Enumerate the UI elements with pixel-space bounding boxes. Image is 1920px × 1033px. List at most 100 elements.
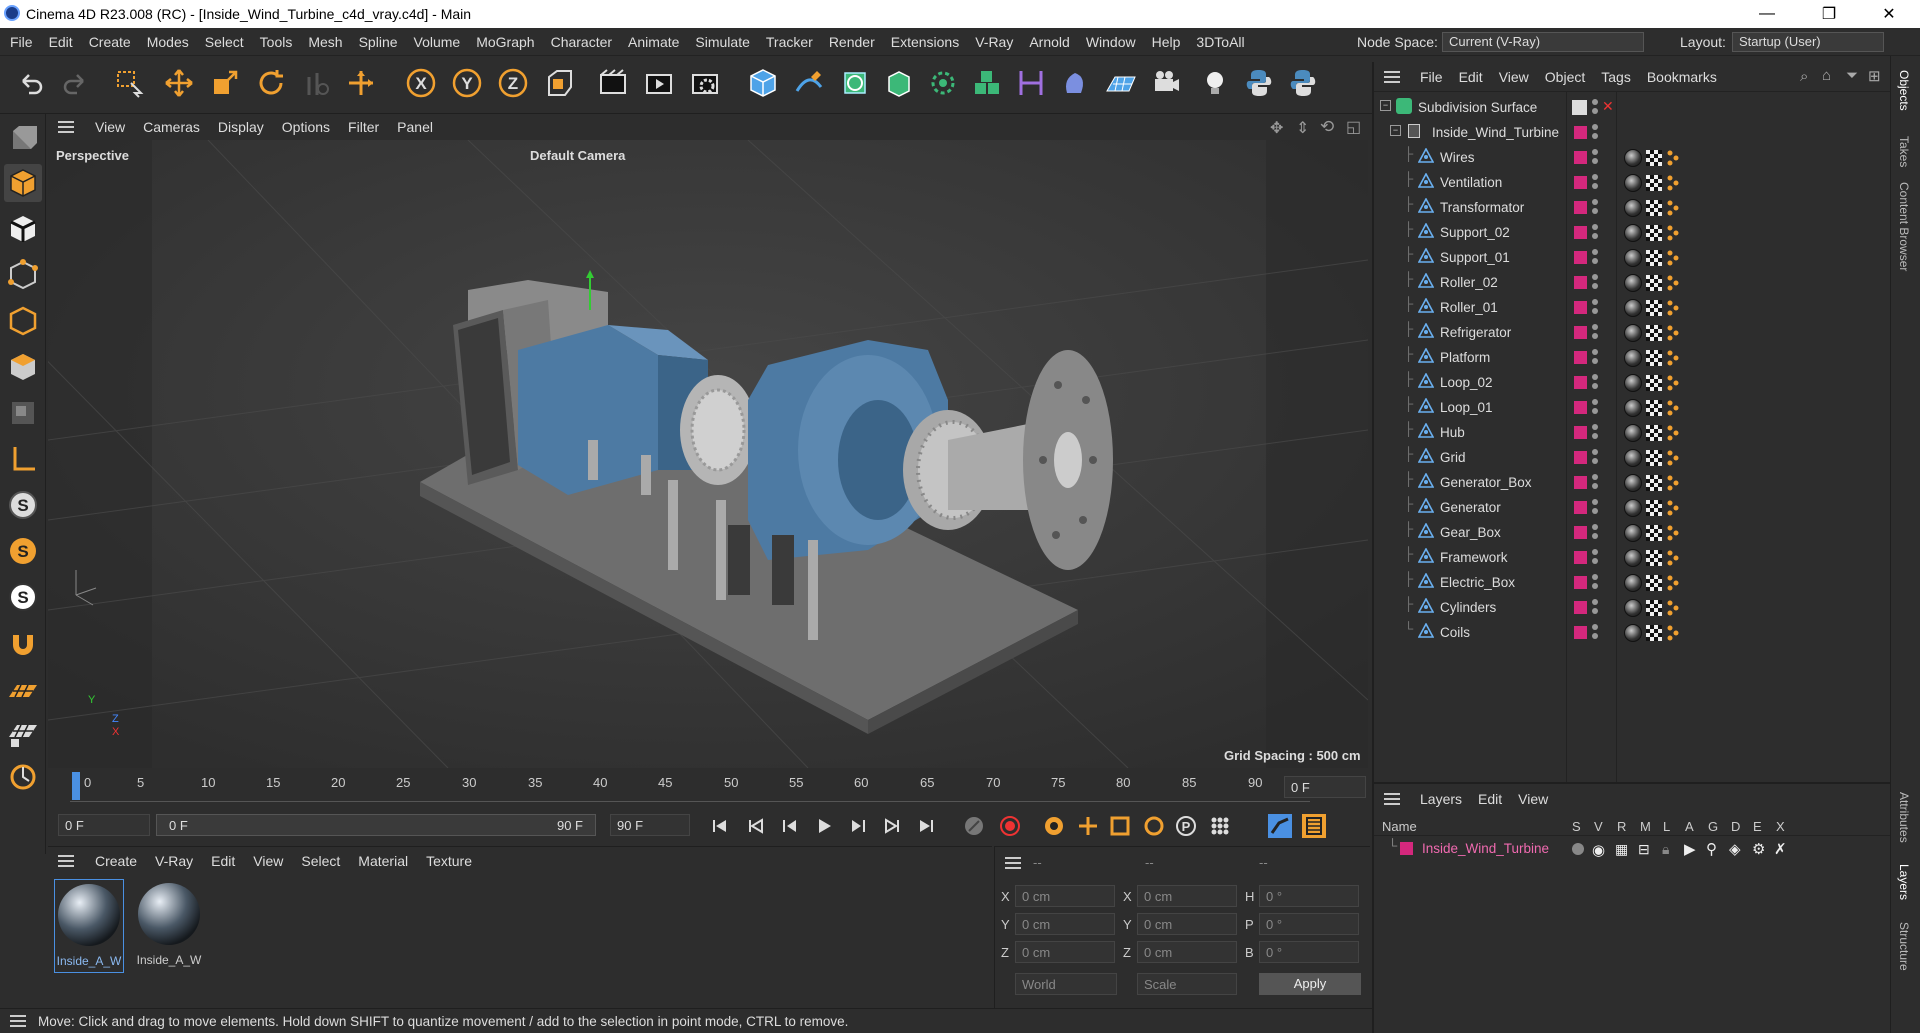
scale-tool-icon[interactable] (206, 64, 244, 102)
menu-tracker[interactable]: Tracker (758, 34, 821, 50)
menu-render[interactable]: Render (821, 34, 883, 50)
menu-file[interactable]: File (2, 34, 41, 50)
menu-arnold[interactable]: Arnold (1021, 34, 1077, 50)
python-icon[interactable] (1240, 64, 1278, 102)
object-row[interactable]: ├ Wires (1374, 146, 1892, 171)
maximize-button[interactable]: ❐ (1806, 0, 1852, 28)
layer-color-swatch[interactable] (1574, 201, 1587, 214)
layer-col-xref[interactable]: X (1776, 819, 1785, 834)
points-mode-icon[interactable] (4, 256, 42, 294)
status-menu-icon[interactable] (10, 1015, 26, 1027)
menu-character[interactable]: Character (543, 34, 620, 50)
magnet-icon[interactable] (4, 626, 42, 664)
redo-icon[interactable] (56, 64, 94, 102)
y-axis-lock-icon[interactable]: Y (448, 64, 486, 102)
visibility-dots-icon[interactable] (1592, 99, 1598, 116)
side-tab-content-browser[interactable]: Content Browser (1897, 182, 1911, 271)
object-row[interactable]: ├ Grid (1374, 446, 1892, 471)
layer-generator-icon[interactable]: ⚲ (1706, 840, 1717, 858)
layer-col-render[interactable]: R (1617, 819, 1626, 834)
texture-tag-icon[interactable] (1646, 475, 1662, 491)
layer-col-manager[interactable]: M (1640, 819, 1651, 834)
vray-object-tag-icon[interactable] (1666, 249, 1680, 267)
material-menu-icon[interactable] (58, 855, 74, 867)
layer-menu-edit[interactable]: Edit (1470, 791, 1510, 807)
menu-vray[interactable]: V-Ray (967, 34, 1021, 50)
texture-mode-icon[interactable] (4, 210, 42, 248)
viewport-menu-cameras[interactable]: Cameras (134, 119, 209, 135)
object-row[interactable]: ├ Loop_01 (1374, 396, 1892, 421)
expand-toggle[interactable]: − (1390, 125, 1401, 136)
viewport-menu-display[interactable]: Display (209, 119, 273, 135)
menu-help[interactable]: Help (1144, 34, 1189, 50)
vray-object-tag-icon[interactable] (1666, 174, 1680, 192)
layer-color-swatch[interactable] (1574, 276, 1587, 289)
floor-icon[interactable] (1102, 64, 1140, 102)
size-mode-select[interactable]: Scale (1137, 973, 1237, 995)
position-x-field[interactable]: 0 cm (1015, 885, 1115, 907)
mograph-cubes-icon[interactable] (968, 64, 1006, 102)
z-axis-lock-icon[interactable]: Z (494, 64, 532, 102)
texture-tag-icon[interactable] (1646, 300, 1662, 316)
scale-key-icon[interactable] (1108, 814, 1132, 838)
motion-system-icon[interactable] (1268, 814, 1292, 838)
search-icon[interactable]: ⌕ (1800, 68, 1808, 85)
snap-enable-icon[interactable]: S (4, 578, 42, 616)
texture-tag-icon[interactable] (1646, 250, 1662, 266)
layer-color-swatch[interactable] (1574, 251, 1587, 264)
object-row[interactable]: ├ Roller_02 (1374, 271, 1892, 296)
previous-frame-icon[interactable] (778, 814, 802, 838)
axis-mode-icon[interactable] (4, 440, 42, 478)
edges-mode-icon[interactable] (4, 302, 42, 340)
layer-color-swatch[interactable] (1574, 576, 1587, 589)
menu-3dtoall[interactable]: 3DToAll (1188, 34, 1252, 50)
visibility-dots-icon[interactable] (1592, 174, 1598, 191)
layer-view-eye-icon[interactable]: ◉ (1592, 841, 1605, 859)
node-space-select[interactable]: Current (V-Ray) (1442, 32, 1644, 52)
3d-viewport[interactable]: Perspective Default Camera Grid Spacing … (48, 140, 1368, 768)
layer-col-view[interactable]: V (1594, 819, 1603, 834)
keyframe-selection-icon[interactable] (1042, 814, 1066, 838)
texture-tag-icon[interactable] (1646, 550, 1662, 566)
layer-color-swatch[interactable] (1574, 526, 1587, 539)
vray-material-tag-icon[interactable] (1624, 299, 1642, 317)
grid-snap-icon[interactable] (4, 714, 42, 752)
visibility-dots-icon[interactable] (1592, 324, 1598, 341)
vray-material-tag-icon[interactable] (1624, 149, 1642, 167)
texture-tag-icon[interactable] (1646, 325, 1662, 341)
snap-s-icon[interactable]: S (4, 486, 42, 524)
layer-color-swatch[interactable] (1574, 326, 1587, 339)
object-row[interactable]: ├ Transformator (1374, 196, 1892, 221)
menu-modes[interactable]: Modes (139, 34, 197, 50)
visibility-dots-icon[interactable] (1592, 499, 1598, 516)
coords-menu-icon[interactable] (1005, 857, 1021, 869)
vray-object-tag-icon[interactable] (1666, 524, 1680, 542)
viewport-move-icon[interactable]: ✥ (1270, 118, 1283, 138)
object-menu-edit[interactable]: Edit (1451, 69, 1491, 85)
layer-col-solo[interactable]: S (1572, 819, 1581, 834)
material-item[interactable]: Inside_A_W (134, 879, 204, 973)
snap-settings-icon[interactable]: S (4, 532, 42, 570)
position-y-field[interactable]: 0 cm (1015, 913, 1115, 935)
go-to-end-icon[interactable] (914, 814, 938, 838)
workplane-icon[interactable] (4, 672, 42, 710)
vray-material-tag-icon[interactable] (1624, 599, 1642, 617)
rotation-key-icon[interactable] (1142, 814, 1166, 838)
vray-material-tag-icon[interactable] (1624, 399, 1642, 417)
render-view-icon[interactable] (640, 64, 678, 102)
object-row[interactable]: ├ Refrigerator (1374, 321, 1892, 346)
layer-solo-icon[interactable] (1572, 843, 1584, 855)
material-menu-vray[interactable]: V-Ray (146, 853, 202, 869)
coordinate-system-icon[interactable] (540, 64, 578, 102)
vray-object-tag-icon[interactable] (1666, 224, 1680, 242)
texture-tag-icon[interactable] (1646, 600, 1662, 616)
texture-tag-icon[interactable] (1646, 200, 1662, 216)
uv-mode-icon[interactable] (4, 394, 42, 432)
point-level-key-icon[interactable] (1208, 814, 1232, 838)
layer-row[interactable]: └ Inside_Wind_Turbine ◉ ▦ ⊟ 🔒︎ ▶ ⚲ ◈ ⚙ ✗ (1374, 838, 1892, 860)
menu-animate[interactable]: Animate (620, 34, 687, 50)
current-frame-field[interactable]: 0 F (1284, 776, 1366, 798)
vray-material-tag-icon[interactable] (1624, 374, 1642, 392)
material-menu-create[interactable]: Create (86, 853, 146, 869)
apply-button[interactable]: Apply (1259, 973, 1361, 995)
